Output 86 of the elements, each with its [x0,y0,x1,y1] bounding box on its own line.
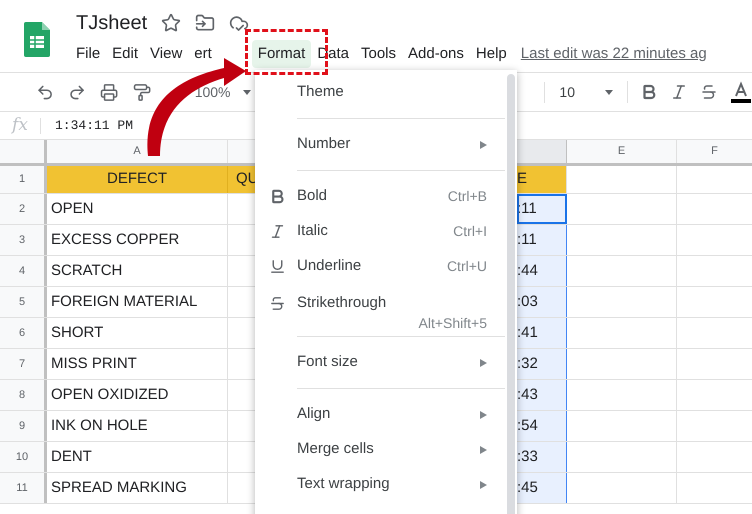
table-cell: SPREAD MARKING [47,473,228,503]
menu-item-label: Theme [297,82,344,102]
menu-bar-item[interactable]: Edit [106,40,144,68]
zoom-dropdown[interactable]: 100% [194,82,250,102]
row-number: 1 [0,166,47,193]
menu-item-label: Strikethrough [297,293,386,313]
menu-item-label: Font size [297,352,358,372]
table-cell: SCRATCH [47,256,228,286]
menu-bar-item[interactable]: Tools [355,40,402,68]
table-cell[interactable]: :11 [517,225,567,255]
menu-item[interactable]: Number [255,127,517,162]
table-cell[interactable]: :03 [517,287,567,317]
row-number: 4 [0,256,47,286]
menu-item-label: Merge cells [297,439,374,460]
table-cell: MISS PRINT [47,349,228,379]
redo-icon[interactable] [68,82,86,102]
menu-item[interactable]: Underline Ctrl+U [255,249,517,284]
font-size-dropdown[interactable]: 10 [544,82,613,102]
document-title[interactable]: TJsheet [76,8,148,38]
text-color-icon[interactable] [730,81,752,103]
scrollbar[interactable] [507,74,515,514]
formula-input[interactable]: 1:34:11 PM [55,116,134,136]
table-cell[interactable]: :45 [517,473,567,503]
shortcut-label: Ctrl+I [453,222,487,241]
function-label: fx [10,114,29,137]
row-number: 3 [0,225,47,255]
column-header[interactable]: F [677,140,752,163]
paint-format-icon[interactable] [132,82,151,102]
menu-bar-item[interactable]: View [144,40,188,68]
star-icon[interactable] [161,13,182,33]
table-cell: INK ON HOLE [47,411,228,441]
menu-item[interactable]: Italic Ctrl+I [255,214,517,249]
menu-item-label: Align [297,404,330,424]
table-cell: E [517,166,567,193]
row-number: 6 [0,318,47,348]
menu-item-label: Underline [297,256,362,276]
row-number: 8 [0,380,47,410]
table-cell: OPEN [47,194,228,224]
table-cell: SHORT [47,318,228,348]
table-cell: EXCESS COPPER [47,225,228,255]
shortcut-label: Ctrl+U [446,257,487,276]
menu-item-label: Italic [297,221,328,242]
menu-item-label: Number [297,134,350,154]
column-header[interactable]: E [567,140,677,163]
underline-icon [269,258,286,275]
table-cell[interactable]: :44 [517,256,567,286]
table-cell[interactable]: :54 [517,411,567,441]
caret-icon [242,90,250,94]
menu-item[interactable]: Text wrapping [255,467,517,502]
row-number: 2 [0,194,47,224]
folder-icon[interactable] [195,13,216,33]
table-cell: DEFECT [47,166,228,193]
table-cell[interactable]: :43 [517,380,567,410]
menu-item[interactable]: Align [255,397,517,432]
bold-icon [269,188,286,205]
menu-bar-item[interactable]: ert [188,40,218,68]
row-number: 11 [0,473,47,503]
italic-icon [269,223,286,240]
shortcut-label: Alt+Shift+5 [418,314,487,330]
table-cell: OPEN OXIDIZED [47,380,228,410]
row-number: 7 [0,349,47,379]
spreadsheet-logo-icon[interactable] [24,22,50,57]
table-cell[interactable]: :32 [517,349,567,379]
table-cell: DENT [47,442,228,472]
row-number: 9 [0,411,47,441]
table-cell[interactable]: :33 [517,442,567,472]
menu-item[interactable]: Strikethrough Alt+Shift+5 [255,284,517,328]
menu-item[interactable]: Font size [255,345,517,380]
row-number: 5 [0,287,47,317]
table-cell: FOREIGN MATERIAL [47,287,228,317]
menu-item[interactable]: Theme [255,75,517,110]
caret-icon [604,90,613,94]
table-cell[interactable]: :41 [517,318,567,348]
print-icon[interactable] [100,82,119,102]
menu-bar-item[interactable]: Help [470,40,513,68]
menu-bar-item[interactable]: File [70,40,106,68]
strikethrough-icon [269,294,286,312]
last-edit-link[interactable]: Last edit was 22 minutes ag [520,42,707,66]
menu-item-label: Text wrapping [297,474,390,494]
menu-bar-item[interactable]: Add-ons [402,40,470,68]
menu-bar-item[interactable]: Format [252,40,312,68]
row-number: 10 [0,442,47,472]
undo-icon[interactable] [36,82,54,102]
menu-item[interactable]: Merge cells [255,432,517,467]
table-cell[interactable]: :11 [517,194,567,224]
strikethrough-icon[interactable] [700,83,718,101]
